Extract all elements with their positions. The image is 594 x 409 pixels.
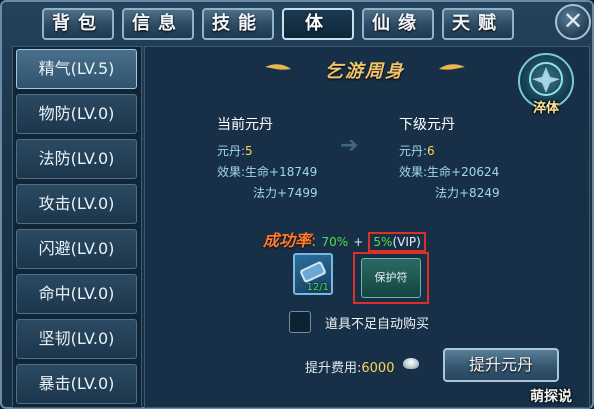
- protect-charm-highlight: 保护符: [353, 252, 429, 304]
- current-dan-header: 当前元丹: [217, 117, 273, 133]
- sidebar-item-physical-defense[interactable]: 物防(LV.0): [16, 94, 137, 134]
- success-rate-base: 70%: [321, 235, 349, 249]
- upgrade-dan-button[interactable]: 提升元丹: [443, 348, 559, 382]
- next-dan-column: 下级元丹 元丹:6 效果:生命+20624 法力+8249: [399, 115, 500, 204]
- upgrade-cost: 提升费用:6000: [305, 361, 395, 376]
- sidebar-item-hit[interactable]: 命中(LV.0): [16, 274, 137, 314]
- auto-buy-checkbox[interactable]: [289, 311, 311, 333]
- current-dan-row: 元丹:5: [217, 144, 253, 158]
- tab-skills[interactable]: 技能: [202, 8, 274, 40]
- panel-title-row: 乞游周身: [265, 57, 465, 82]
- sidebar-item-magic-defense[interactable]: 法防(LV.0): [16, 139, 137, 179]
- next-dan-row: 元丹:6: [399, 144, 435, 158]
- tab-bag[interactable]: 背包: [42, 8, 114, 40]
- attribute-sidebar: 精气(LV.5) 物防(LV.0) 法防(LV.0) 攻击(LV.0) 闪避(L…: [12, 46, 142, 408]
- next-dan-header: 下级元丹: [399, 117, 455, 133]
- next-dan-value: 6: [427, 144, 435, 158]
- upgrade-panel: 乞游周身 淬体 当前元丹 元丹:5 效果:生命+18749 法力+7499 ➔: [144, 46, 590, 408]
- upgrade-cost-value: 6000: [361, 361, 395, 376]
- sidebar-item-vigor[interactable]: 精气(LV.5): [16, 49, 137, 89]
- game-window: 背包 信息 技能 体 仙缘 天赋 ✕ 精气(LV.5) 物防(LV.0) 法防(…: [0, 0, 594, 409]
- next-effect-hp: 效果:生命+20624: [399, 165, 500, 179]
- current-effect-mp: 法力+7499: [253, 186, 318, 200]
- next-effect-mp: 法力+8249: [435, 186, 500, 200]
- close-button[interactable]: ✕: [555, 4, 591, 40]
- sidebar-item-dodge[interactable]: 闪避(LV.0): [16, 229, 137, 269]
- arrow-right-icon: ➔: [340, 133, 359, 158]
- sidebar-item-critical[interactable]: 暴击(LV.0): [16, 364, 137, 404]
- tab-body[interactable]: 体: [282, 8, 354, 40]
- tab-talent[interactable]: 天赋: [442, 8, 514, 40]
- current-dan-value: 5: [245, 144, 253, 158]
- material-item-slot[interactable]: 12/1: [293, 253, 333, 295]
- vip-bonus-value: 5%: [373, 235, 393, 249]
- right-wing-icon: [439, 64, 465, 70]
- sidebar-item-toughness[interactable]: 坚韧(LV.0): [16, 319, 137, 359]
- silver-ingot-icon: [403, 358, 419, 369]
- emblem-label: 淬体: [532, 101, 559, 116]
- auto-buy-label: 道具不足自动购买: [325, 317, 430, 332]
- tab-fate[interactable]: 仙缘: [362, 8, 434, 40]
- protect-charm-button[interactable]: 保护符: [361, 258, 421, 298]
- watermark: 萌探说: [530, 389, 572, 405]
- sidebar-item-attack[interactable]: 攻击(LV.0): [16, 184, 137, 224]
- current-dan-column: 当前元丹 元丹:5 效果:生命+18749 法力+7499: [217, 115, 318, 204]
- item-count: 12/1: [306, 282, 329, 293]
- current-effect-hp: 效果:生命+18749: [217, 165, 318, 179]
- panel-title: 乞游周身: [325, 61, 405, 82]
- close-icon: ✕: [562, 7, 584, 35]
- success-rate-row: 成功率: 70% + 5%(VIP): [263, 227, 426, 252]
- left-wing-icon: [265, 64, 291, 70]
- success-rate-label: 成功率: [263, 231, 312, 250]
- vip-bonus-box: 5%(VIP): [368, 232, 426, 252]
- tab-info[interactable]: 信息: [122, 8, 194, 40]
